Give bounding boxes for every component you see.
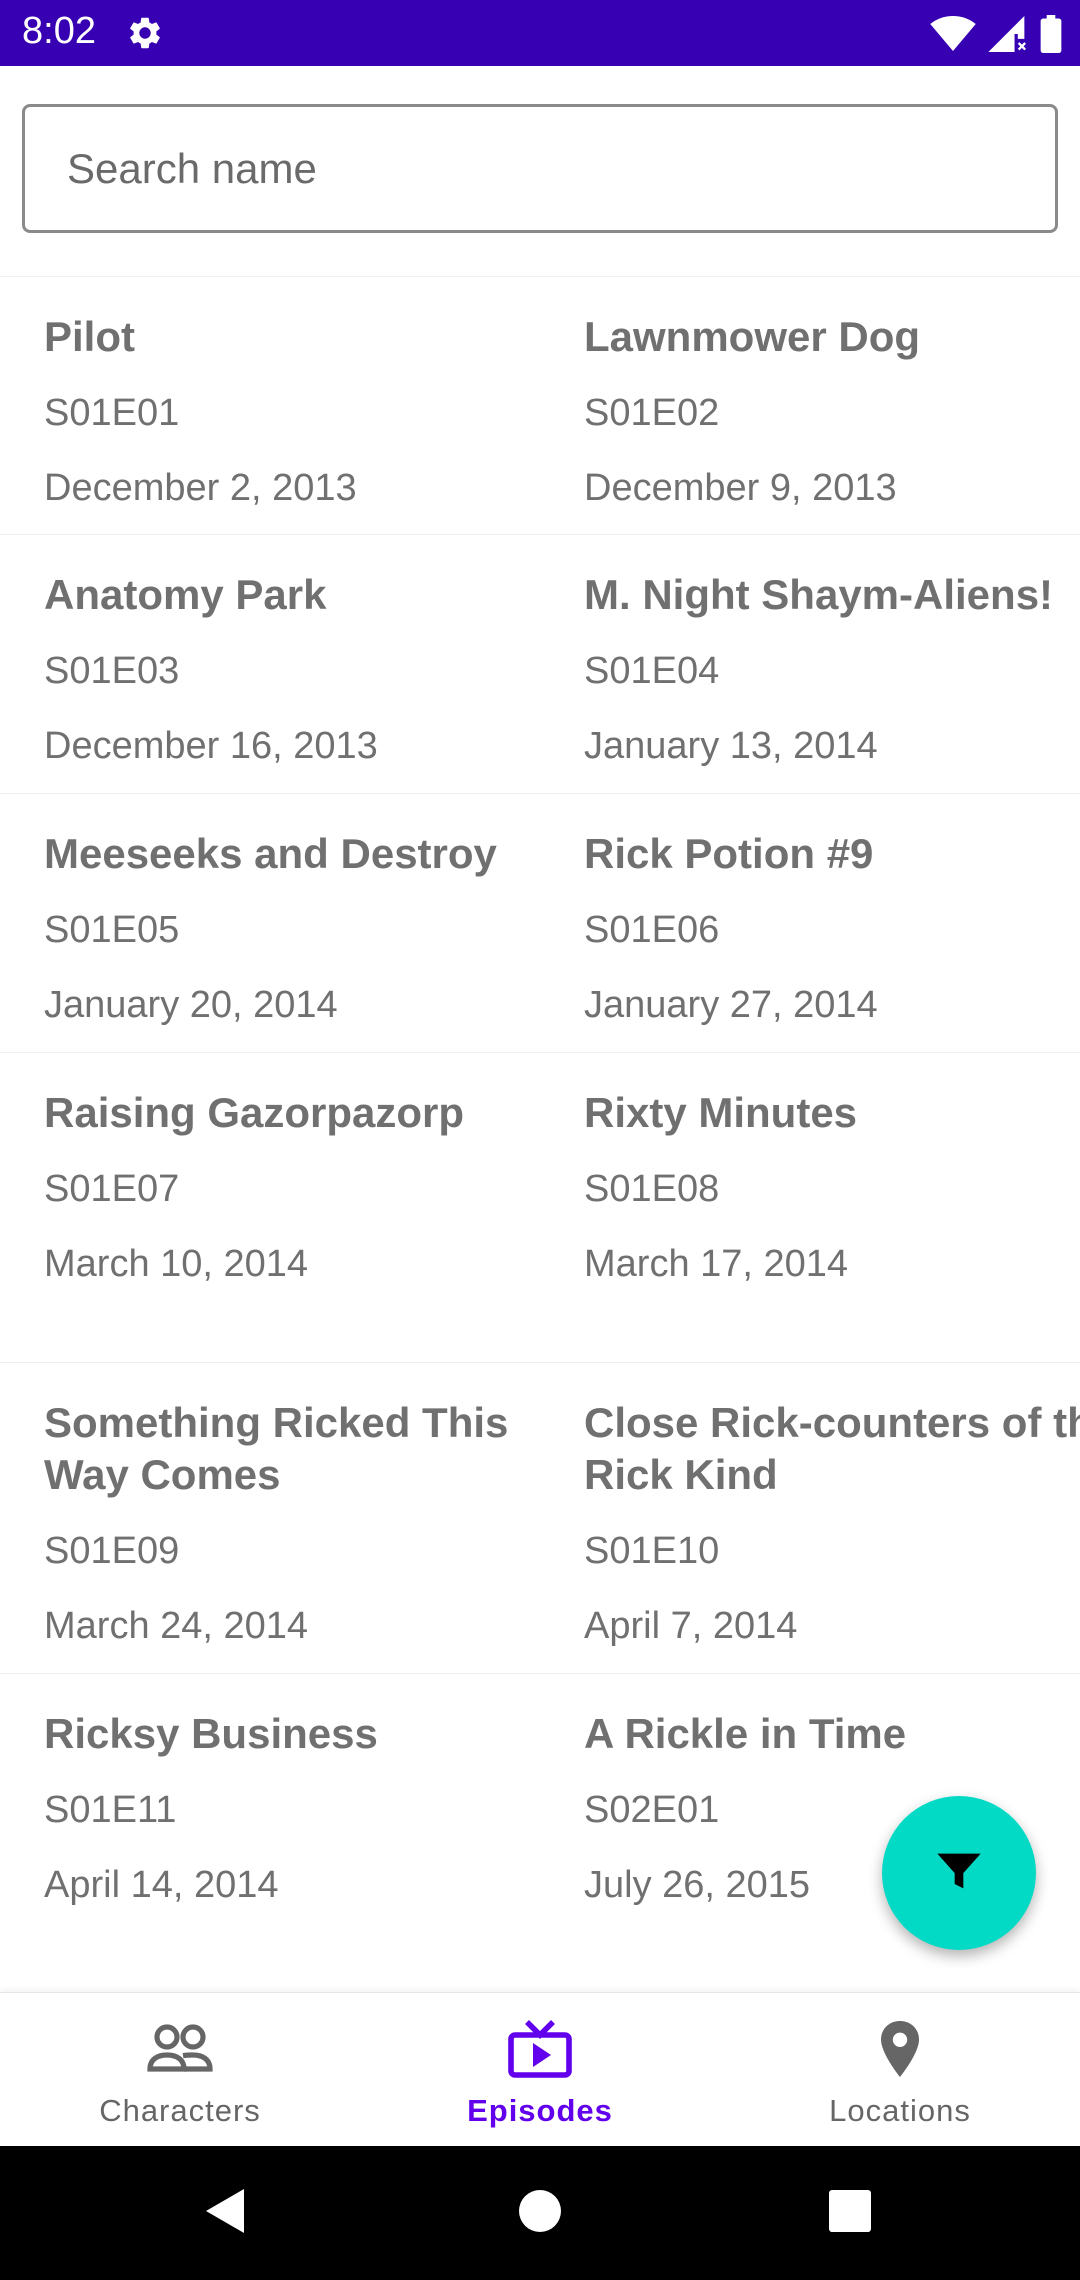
episode-card[interactable]: Rixty Minutes S01E08 March 17, 2014 (540, 1052, 1080, 1362)
people-icon (147, 2019, 213, 2079)
nav-label: Locations (829, 2093, 971, 2128)
episode-air-date: January 13, 2014 (584, 725, 878, 767)
episode-air-date: January 20, 2014 (44, 984, 338, 1026)
episode-code: S01E08 (584, 1168, 720, 1210)
episode-name: Pilot (44, 313, 135, 360)
episode-grid[interactable]: Pilot S01E01 December 2, 2013 Lawnmower … (0, 276, 1080, 1992)
episode-card[interactable]: Close Rick-counters of the Rick Kind S01… (540, 1362, 1080, 1673)
recents-icon (829, 2189, 871, 2237)
signal-icon (988, 16, 1028, 52)
episode-code: S01E07 (44, 1168, 180, 1210)
episode-code: S01E06 (584, 909, 720, 951)
episode-name: Anatomy Park (44, 571, 327, 618)
episode-card[interactable]: M. Night Shaym-Aliens! S01E04 January 13… (540, 534, 1080, 793)
system-navigation-bar (0, 2146, 1080, 2280)
episode-air-date: March 17, 2014 (584, 1243, 849, 1285)
episode-code: S01E05 (44, 909, 180, 951)
home-icon (519, 2189, 561, 2237)
app-screen: 8:02 Pilot S01E01 December 2, 2013 (0, 0, 1080, 2280)
episode-card[interactable]: Ricksy Business S01E11 April 14, 2014 (0, 1673, 540, 1989)
episode-code: S01E03 (44, 650, 180, 692)
episode-name: Rick Potion #9 (584, 830, 874, 877)
episode-code: S02E01 (584, 1789, 720, 1831)
episode-code: S01E10 (584, 1530, 720, 1572)
home-button[interactable] (480, 2146, 600, 2280)
episode-name: Rixty Minutes (584, 1089, 858, 1136)
episode-name: Something Ricked This Way Comes (44, 1399, 509, 1498)
episode-card[interactable]: Lawnmower Dog S01E02 December 9, 2013 (540, 276, 1080, 534)
battery-icon (1040, 15, 1062, 53)
episode-air-date: March 10, 2014 (44, 1243, 309, 1285)
episode-card[interactable]: Pilot S01E01 December 2, 2013 (0, 276, 540, 534)
episode-name: A Rickle in Time (584, 1710, 907, 1757)
episode-card[interactable]: Anatomy Park S01E03 December 16, 2013 (0, 534, 540, 793)
episode-air-date: March 24, 2014 (44, 1605, 309, 1647)
episode-code: S01E02 (584, 392, 720, 434)
back-button[interactable] (166, 2146, 286, 2280)
episode-name: Meeseeks and Destroy (44, 830, 497, 877)
episode-air-date: April 14, 2014 (44, 1864, 279, 1906)
status-icons (930, 12, 1062, 56)
gear-icon (126, 14, 164, 52)
episode-code: S01E11 (44, 1789, 177, 1831)
episode-code: S01E01 (44, 392, 180, 434)
search-box[interactable] (22, 104, 1058, 233)
episode-name: Raising Gazorpazorp (44, 1089, 465, 1136)
episode-name: M. Night Shaym-Aliens! (584, 571, 1054, 618)
filter-icon (933, 1845, 985, 1902)
episode-name: Close Rick-counters of the Rick Kind (584, 1399, 1080, 1498)
back-icon (204, 2187, 248, 2240)
episode-air-date: December 9, 2013 (584, 467, 897, 509)
episode-name: Lawnmower Dog (584, 313, 921, 360)
location-pin-icon (867, 2019, 933, 2079)
episode-card[interactable]: Meeseeks and Destroy S01E05 January 20, … (0, 793, 540, 1052)
nav-item-episodes[interactable]: Episodes (360, 1993, 720, 2147)
filter-fab-button[interactable] (882, 1796, 1036, 1950)
episode-air-date: December 2, 2013 (44, 467, 357, 509)
episode-name: Ricksy Business (44, 1710, 378, 1757)
status-bar: 8:02 (0, 0, 1080, 66)
nav-label: Characters (99, 2093, 261, 2128)
status-time: 8:02 (22, 10, 96, 52)
nav-item-locations[interactable]: Locations (720, 1993, 1080, 2147)
episode-air-date: April 7, 2014 (584, 1605, 798, 1647)
episode-card[interactable]: Raising Gazorpazorp S01E07 March 10, 201… (0, 1052, 540, 1362)
search-input[interactable] (25, 107, 1055, 230)
episode-code: S01E09 (44, 1530, 180, 1572)
nav-item-characters[interactable]: Characters (0, 1993, 360, 2147)
nav-label: Episodes (467, 2093, 613, 2128)
recents-button[interactable] (790, 2146, 910, 2280)
bottom-navigation: Characters Episodes Locations (0, 1992, 1080, 2146)
episode-card[interactable]: Rick Potion #9 S01E06 January 27, 2014 (540, 793, 1080, 1052)
episode-air-date: January 27, 2014 (584, 984, 878, 1026)
episode-card[interactable]: Something Ricked This Way Comes S01E09 M… (0, 1362, 540, 1673)
episode-air-date: December 16, 2013 (44, 725, 378, 767)
episode-code: S01E04 (584, 650, 720, 692)
wifi-icon (930, 16, 976, 52)
episode-air-date: July 26, 2015 (584, 1864, 811, 1906)
tv-icon (507, 2019, 573, 2079)
